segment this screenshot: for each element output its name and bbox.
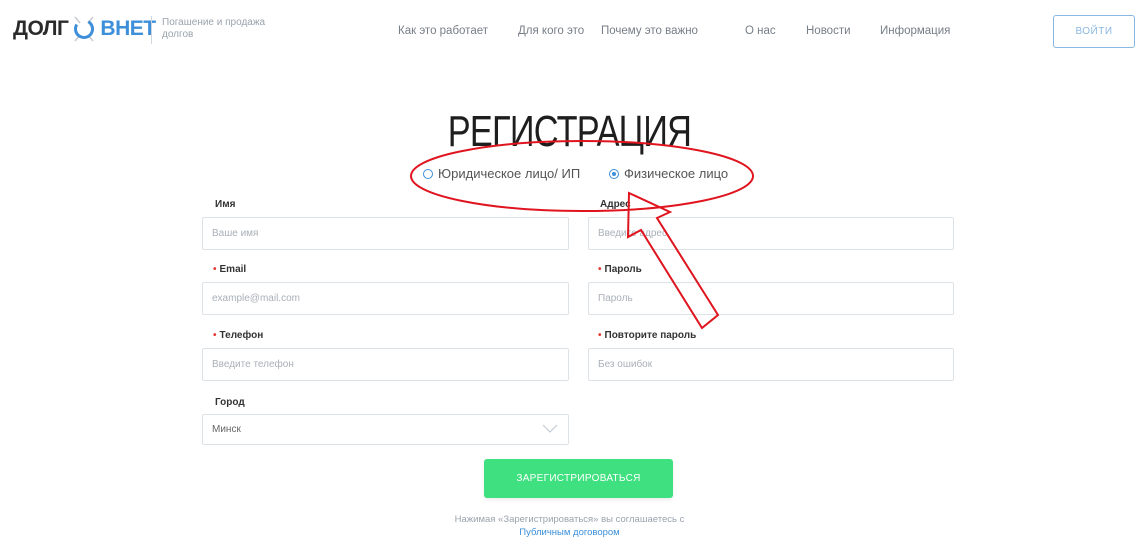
city-select[interactable]: Минск bbox=[202, 414, 569, 445]
password-repeat-label-text: Повторите пароль bbox=[604, 330, 697, 341]
password-input[interactable] bbox=[588, 282, 954, 315]
nav-for-whom[interactable]: Для кого это bbox=[518, 25, 584, 37]
name-input[interactable] bbox=[202, 217, 569, 250]
logo-text-part1: ДОЛГ bbox=[13, 17, 69, 40]
annotation-overlay bbox=[410, 140, 754, 330]
name-label: Имя bbox=[215, 199, 235, 210]
email-input[interactable] bbox=[202, 282, 569, 315]
public-contract-link[interactable]: Публичным договором bbox=[0, 527, 1139, 538]
required-mark: • bbox=[598, 330, 602, 341]
radio-unchecked-icon bbox=[423, 168, 433, 179]
address-label-text: Адрес bbox=[600, 199, 631, 210]
required-mark: • bbox=[213, 264, 217, 275]
nav-why-important[interactable]: Почему это важно bbox=[601, 25, 698, 37]
city-label: Город bbox=[215, 397, 245, 408]
nav-info[interactable]: Информация bbox=[880, 25, 950, 37]
logo-text-part2: ВНЕТ bbox=[100, 17, 156, 40]
name-label-text: Имя bbox=[215, 199, 236, 210]
radio-individual[interactable]: Физическое лицо bbox=[609, 166, 728, 181]
nav-news[interactable]: Новости bbox=[806, 25, 851, 37]
site-header: ДОЛГ ВНЕТ Погашение и продажа долгов Как… bbox=[0, 0, 1139, 62]
address-label: Адрес bbox=[600, 199, 631, 210]
login-button[interactable]: ВОЙТИ bbox=[1053, 15, 1135, 48]
radio-individual-label: Физическое лицо bbox=[624, 166, 729, 181]
tagline: Погашение и продажа долгов bbox=[162, 17, 266, 40]
required-mark: • bbox=[213, 330, 217, 341]
chevron-down-icon bbox=[542, 424, 558, 433]
address-input[interactable] bbox=[588, 217, 954, 250]
radio-legal-entity-label: Юридическое лицо/ ИП bbox=[438, 166, 581, 181]
phone-input[interactable] bbox=[202, 348, 569, 381]
required-mark: • bbox=[598, 264, 602, 275]
page-title: РЕГИСТРАЦИЯ bbox=[447, 107, 692, 156]
nav-how-it-works[interactable]: Как это работает bbox=[398, 25, 488, 37]
radio-checked-icon bbox=[609, 168, 619, 179]
city-select-value: Минск bbox=[212, 424, 241, 435]
password-repeat-input[interactable] bbox=[588, 348, 954, 381]
password-label-text: Пароль bbox=[604, 264, 642, 275]
email-label-text: Email bbox=[219, 264, 247, 275]
register-button[interactable]: ЗАРЕГИСТРИРОВАТЬСЯ bbox=[484, 459, 673, 498]
phone-label-text: Телефон bbox=[219, 330, 264, 341]
phone-label: • Телефон bbox=[213, 330, 263, 341]
logo[interactable]: ДОЛГ ВНЕТ bbox=[13, 14, 156, 44]
logo-divider bbox=[151, 16, 152, 44]
radio-legal-entity[interactable]: Юридическое лицо/ ИП bbox=[423, 166, 580, 181]
nav-about[interactable]: О нас bbox=[745, 25, 776, 37]
city-label-text: Город bbox=[215, 397, 245, 408]
password-repeat-label: • Повторите пароль bbox=[598, 330, 696, 341]
agreement-text: Нажимая «Зарегистрироваться» вы соглашае… bbox=[454, 514, 685, 525]
email-label: • Email bbox=[213, 264, 246, 275]
logo-ring-icon bbox=[69, 14, 99, 44]
password-label: • Пароль bbox=[598, 264, 642, 275]
